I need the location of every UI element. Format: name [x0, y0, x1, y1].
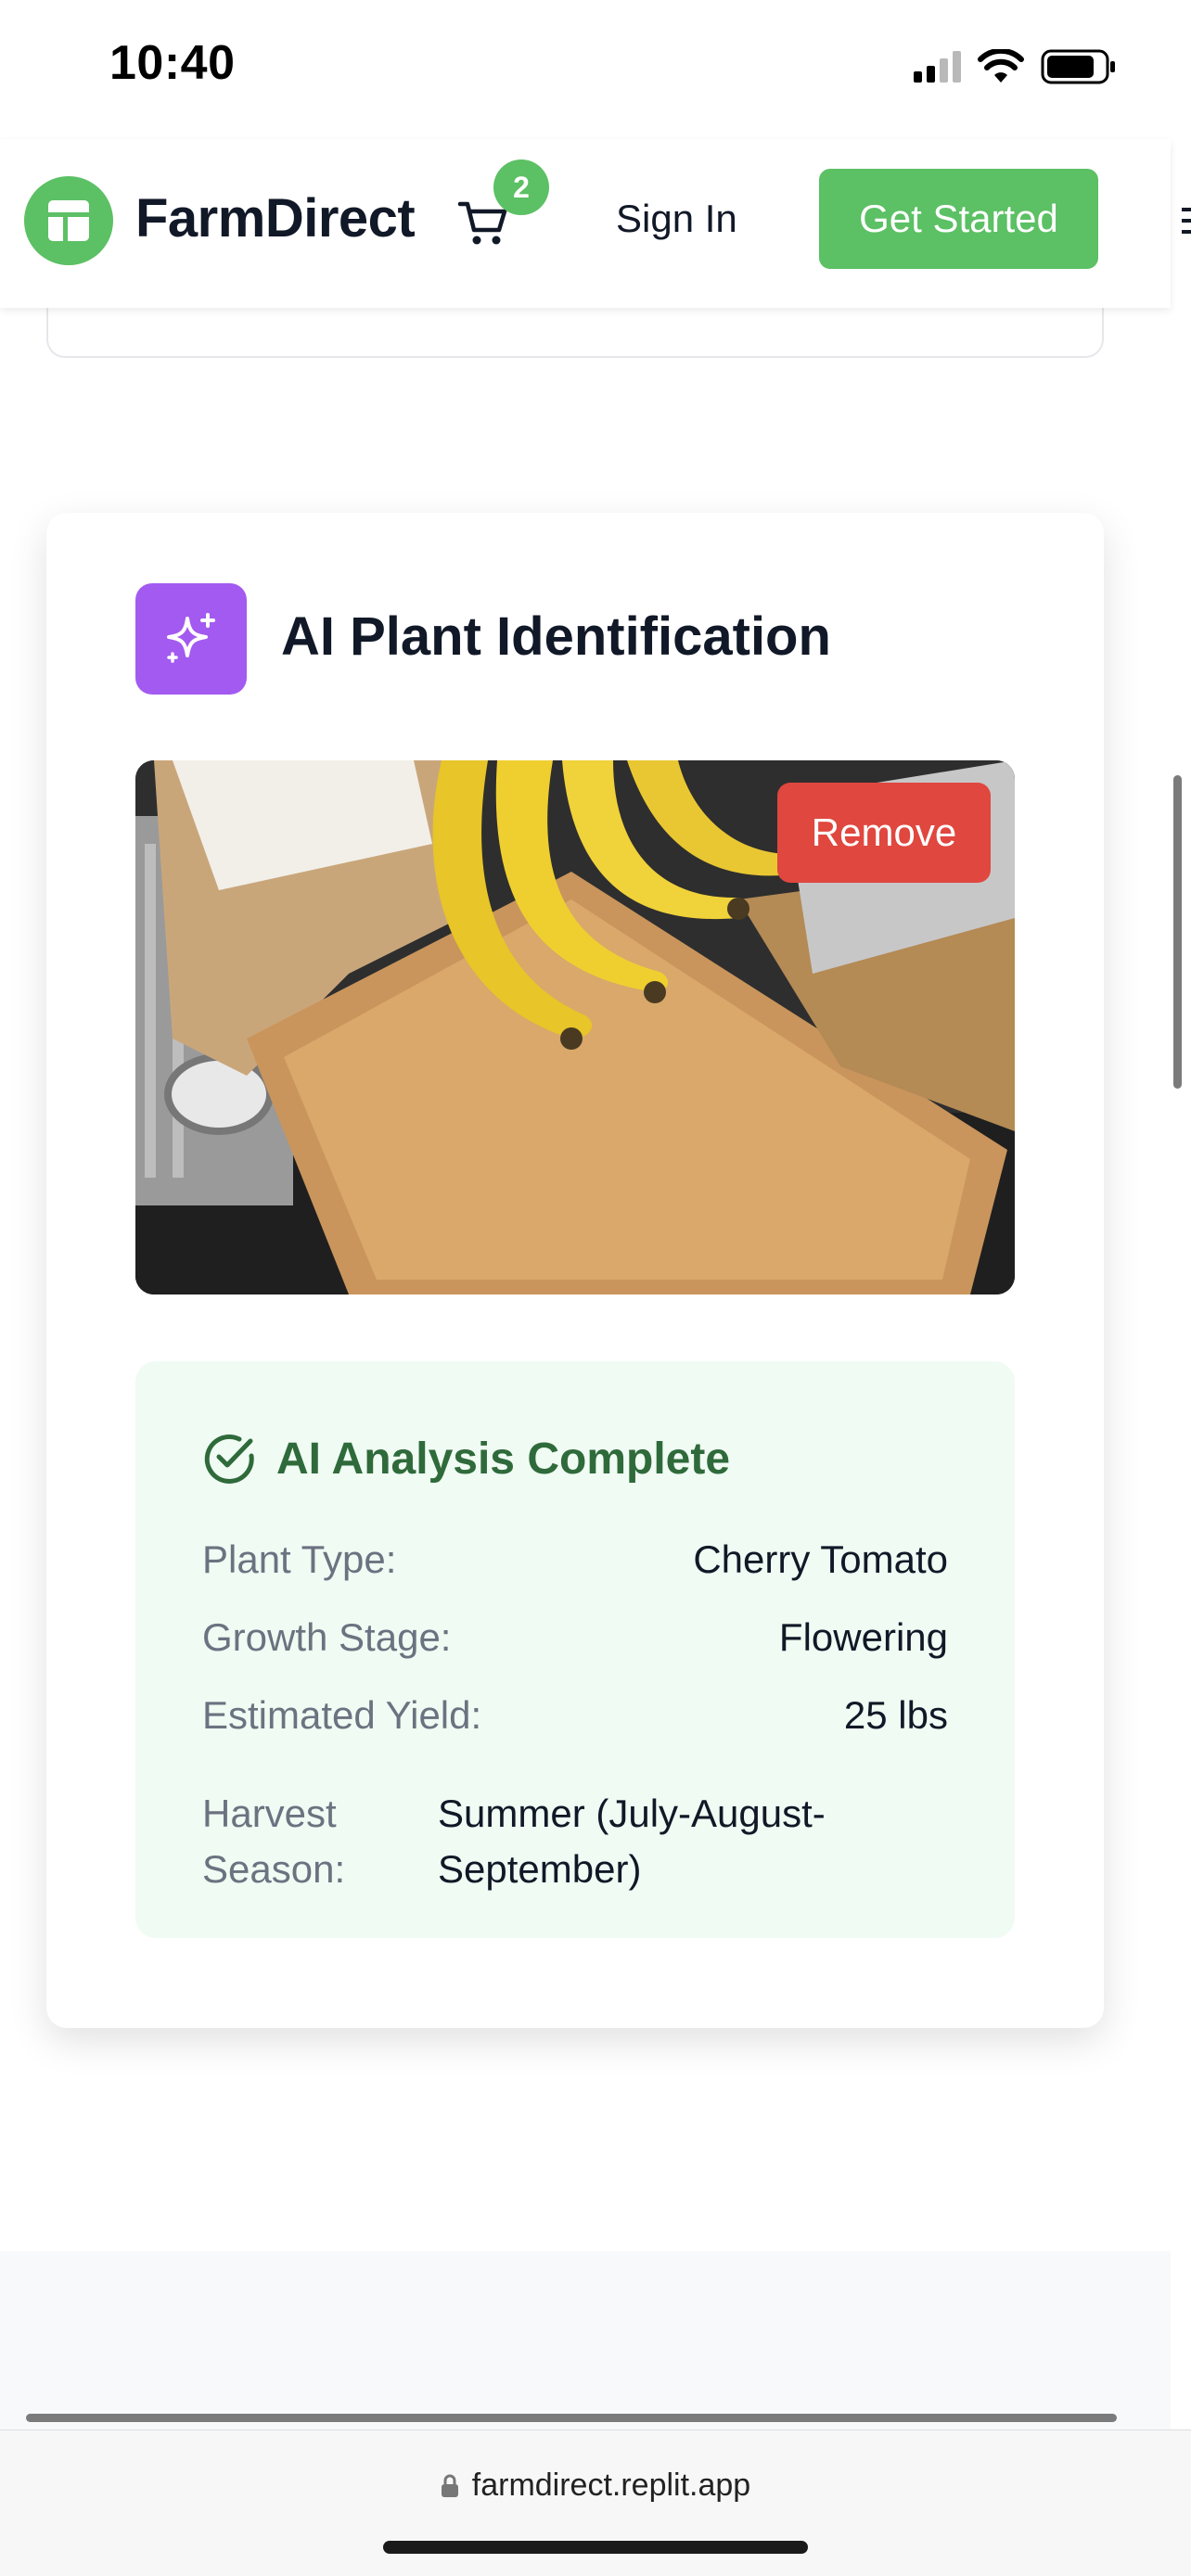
vertical-scrollbar[interactable] — [1173, 775, 1182, 1089]
status-time: 10:40 — [109, 36, 236, 90]
harvest-season-value: Summer (July-August-September) — [438, 1792, 826, 1891]
get-started-button[interactable]: Get Started — [819, 169, 1098, 269]
cellular-signal-icon — [914, 51, 961, 83]
browser-address-bar[interactable]: farmdirect.replit.app — [0, 2429, 1191, 2576]
estimated-yield-row: Estimated Yield: 25 lbs — [202, 1693, 948, 1738]
analysis-result-panel: AI Analysis Complete Plant Type: Cherry … — [135, 1361, 1015, 1938]
estimated-yield-label: Estimated Yield: — [202, 1693, 482, 1737]
lock-icon — [441, 2474, 458, 2497]
navbar: FarmDirect 2 Sign In Get Started — [0, 139, 1191, 308]
page: 10:40 FarmDirect 2 Sign In Get Started A… — [0, 0, 1191, 2576]
brand-name[interactable]: FarmDirect — [135, 187, 416, 249]
growth-stage-row: Growth Stage: Flowering — [202, 1615, 948, 1660]
cart-count-badge: 2 — [493, 159, 549, 215]
ai-plant-identification-card: AI Plant Identification Remove AI Analys… — [46, 513, 1104, 2028]
url-display[interactable]: farmdirect.replit.app — [0, 2468, 1191, 2504]
status-icons — [914, 48, 1117, 85]
horizontal-scrollbar[interactable] — [26, 2414, 1117, 2422]
card-title: AI Plant Identification — [281, 606, 831, 667]
growth-stage-value: Flowering — [778, 1615, 948, 1659]
sign-in-link[interactable]: Sign In — [616, 197, 737, 241]
url-text[interactable]: farmdirect.replit.app — [472, 2468, 750, 2504]
growth-stage-label: Growth Stage: — [202, 1615, 452, 1659]
plant-type-row: Plant Type: Cherry Tomato — [202, 1537, 948, 1582]
remove-photo-button[interactable]: Remove — [777, 783, 991, 883]
estimated-yield-value: 25 lbs — [843, 1693, 948, 1737]
uploaded-plant-photo: Remove — [135, 760, 1015, 1294]
menu-icon[interactable] — [1178, 202, 1191, 239]
wifi-icon — [978, 49, 1024, 83]
home-indicator — [383, 2541, 808, 2554]
status-bar: 10:40 — [0, 0, 1191, 139]
plant-type-label: Plant Type: — [202, 1537, 397, 1581]
harvest-season-label: Harvest Season: — [202, 1792, 346, 1891]
analysis-title: AI Analysis Complete — [276, 1434, 731, 1484]
sparkles-icon — [135, 583, 247, 695]
farmdirect-logo-icon[interactable] — [24, 176, 113, 265]
check-circle-icon — [204, 1434, 254, 1484]
plant-type-value: Cherry Tomato — [693, 1537, 948, 1581]
analysis-header: AI Analysis Complete — [202, 1432, 730, 1486]
footer-section — [0, 2251, 1171, 2437]
battery-icon — [1041, 49, 1115, 84]
